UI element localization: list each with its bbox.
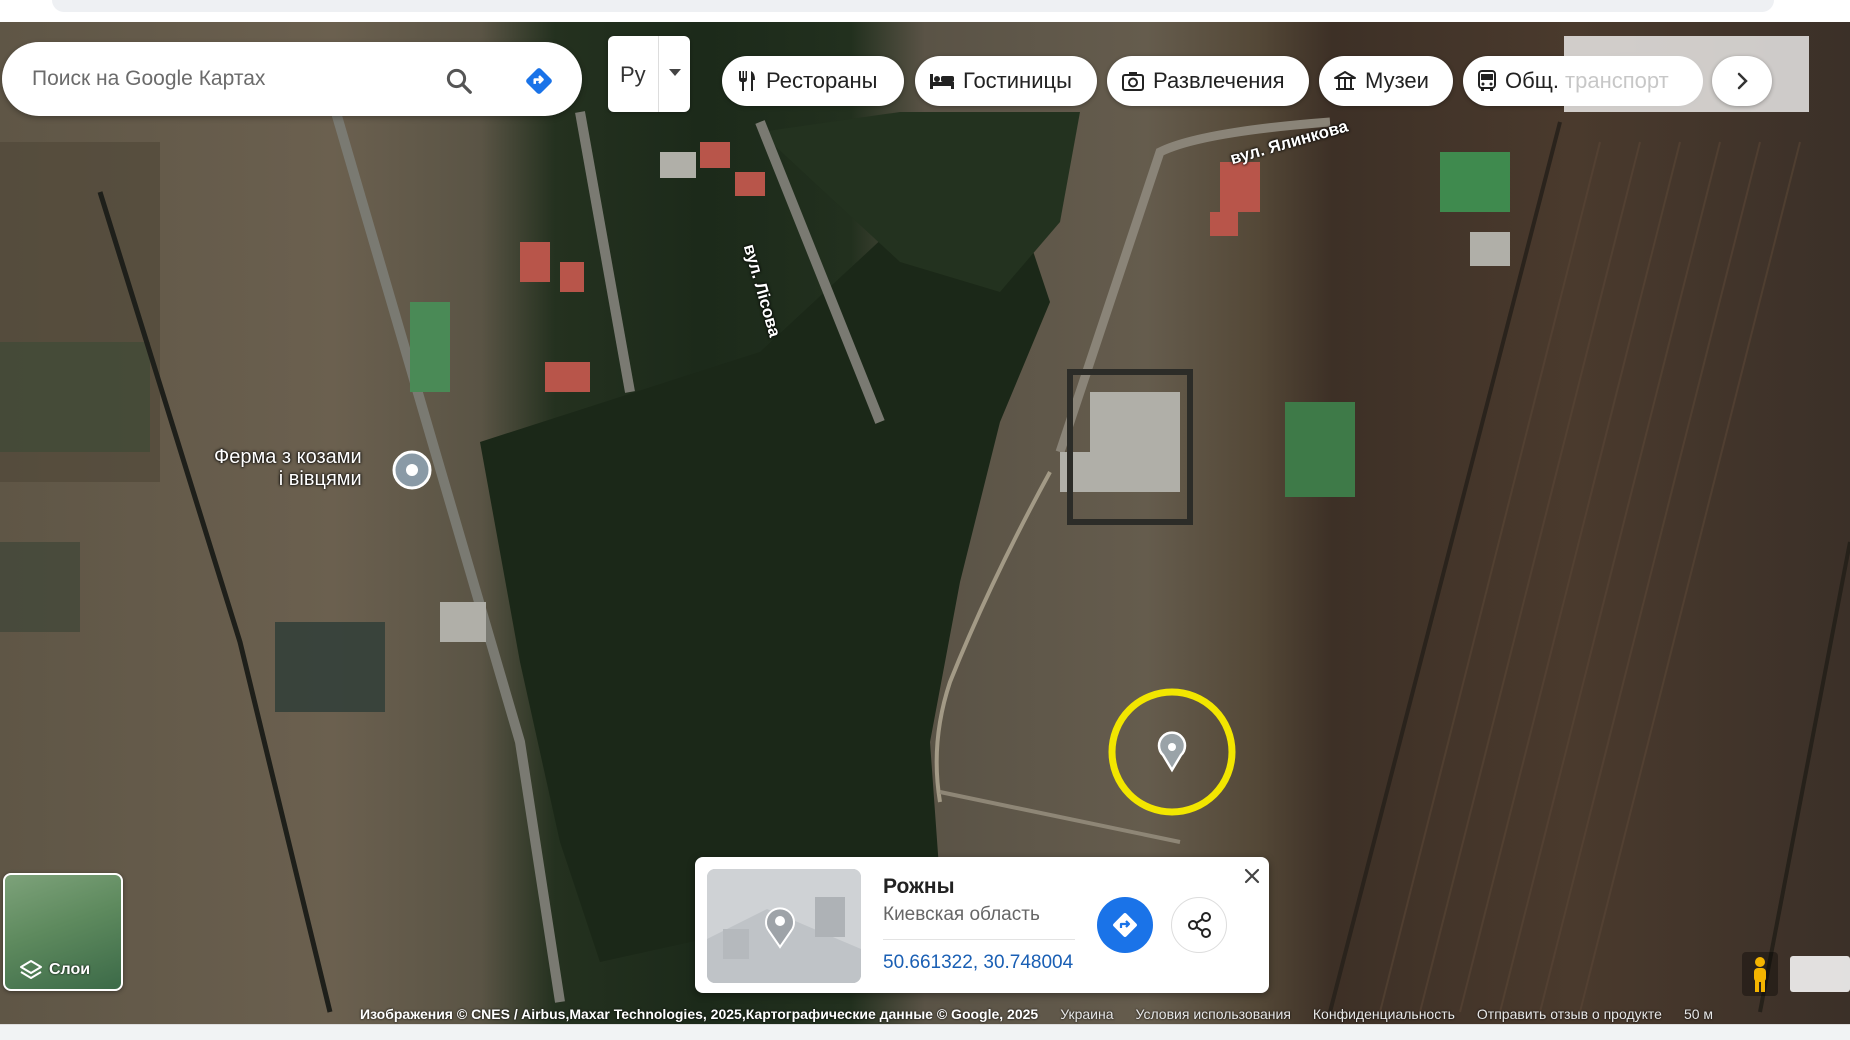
share-button[interactable]	[1171, 897, 1227, 953]
green-field	[1440, 152, 1510, 212]
language-label: Ру	[620, 62, 646, 87]
terms-link[interactable]: Условия использования	[1136, 1006, 1291, 1024]
pond	[275, 622, 385, 712]
recent-thumbnails[interactable]	[1564, 36, 1809, 112]
chip-label: Развлечения	[1153, 68, 1285, 93]
yard-patch	[0, 342, 150, 452]
ditch-line	[1758, 541, 1850, 1013]
directions-icon[interactable]	[522, 64, 556, 98]
chip-label: Рестораны	[766, 68, 878, 93]
directions-button[interactable]	[1097, 897, 1153, 953]
pegman-icon	[1754, 957, 1766, 992]
attribution-bar: Изображения © CNES / Airbus,Maxar Techno…	[360, 1006, 1713, 1024]
chip-label: Гостиницы	[963, 68, 1072, 93]
place-title: Рожны	[883, 875, 955, 898]
chevron-right-icon	[1737, 72, 1748, 90]
privacy-link[interactable]: Конфиденциальность	[1313, 1006, 1455, 1024]
feedback-link[interactable]: Отправить отзыв о продукте	[1477, 1006, 1662, 1024]
poi-label-line1: Ферма з козами	[214, 446, 362, 468]
chip-label: Музеи	[1365, 68, 1429, 93]
layers-label: Слои	[49, 961, 91, 978]
restaurant-icon	[739, 71, 755, 91]
hotel-icon	[930, 74, 954, 89]
chip-hotels[interactable]: Гостиницы	[915, 56, 1097, 106]
search-icon[interactable]	[444, 66, 474, 96]
location-pin-icon[interactable]	[1157, 731, 1187, 773]
browser-top-strip	[0, 0, 1850, 22]
green-garden	[1285, 402, 1355, 497]
place-card[interactable]: Рожны Киевская область 50.661322, 30.748…	[695, 857, 1269, 993]
camera-icon	[1122, 72, 1144, 91]
yard-patch	[0, 542, 80, 632]
language-dropdown[interactable]: Ру	[608, 36, 690, 112]
place-thumbnail[interactable]	[707, 869, 861, 983]
card-divider	[883, 939, 1075, 940]
chips-scroll-next-button[interactable]	[1712, 56, 1772, 106]
layers-icon	[20, 960, 42, 979]
imagery-attribution: Изображения © CNES / Airbus,Maxar Techno…	[360, 1006, 1039, 1022]
imagery-toggle-button[interactable]	[1790, 956, 1850, 992]
chip-entertainment[interactable]: Развлечения	[1107, 56, 1309, 106]
language-divider	[658, 36, 659, 112]
search-input[interactable]: Поиск на Google Картах	[32, 67, 265, 91]
ditch-line	[1328, 121, 1562, 1013]
chip-restaurants[interactable]: Рестораны	[722, 56, 904, 106]
browser-tab-bar	[52, 0, 1774, 12]
place-coordinates[interactable]: 50.661322, 30.748004	[883, 952, 1073, 974]
country-label[interactable]: Украина	[1060, 1006, 1113, 1024]
share-icon	[1188, 912, 1211, 938]
road	[575, 111, 635, 393]
green-court	[410, 302, 450, 392]
place-region: Киевская область	[883, 904, 1040, 925]
chevron-down-icon[interactable]	[669, 69, 681, 76]
path-dirt	[939, 790, 1181, 844]
museum-icon	[1334, 71, 1356, 90]
search-box[interactable]: Поиск на Google Картах	[2, 42, 582, 116]
browser-bottom-strip	[0, 1024, 1850, 1040]
pegman-button[interactable]	[1742, 952, 1778, 996]
poi-label-line2: і вівцями	[278, 468, 362, 490]
close-icon[interactable]	[1239, 863, 1265, 889]
directions-icon	[1113, 913, 1137, 937]
map-pin-thumbnail-icon	[707, 869, 861, 983]
layers-button[interactable]: Слои	[3, 873, 123, 991]
poi-label[interactable]: Ферма з козами і вівцями	[214, 446, 362, 490]
scale-label[interactable]: 50 м	[1684, 1006, 1713, 1024]
poi-pin-icon[interactable]	[392, 450, 432, 490]
chip-museums[interactable]: Музеи	[1319, 56, 1453, 106]
transit-icon	[1478, 70, 1496, 91]
